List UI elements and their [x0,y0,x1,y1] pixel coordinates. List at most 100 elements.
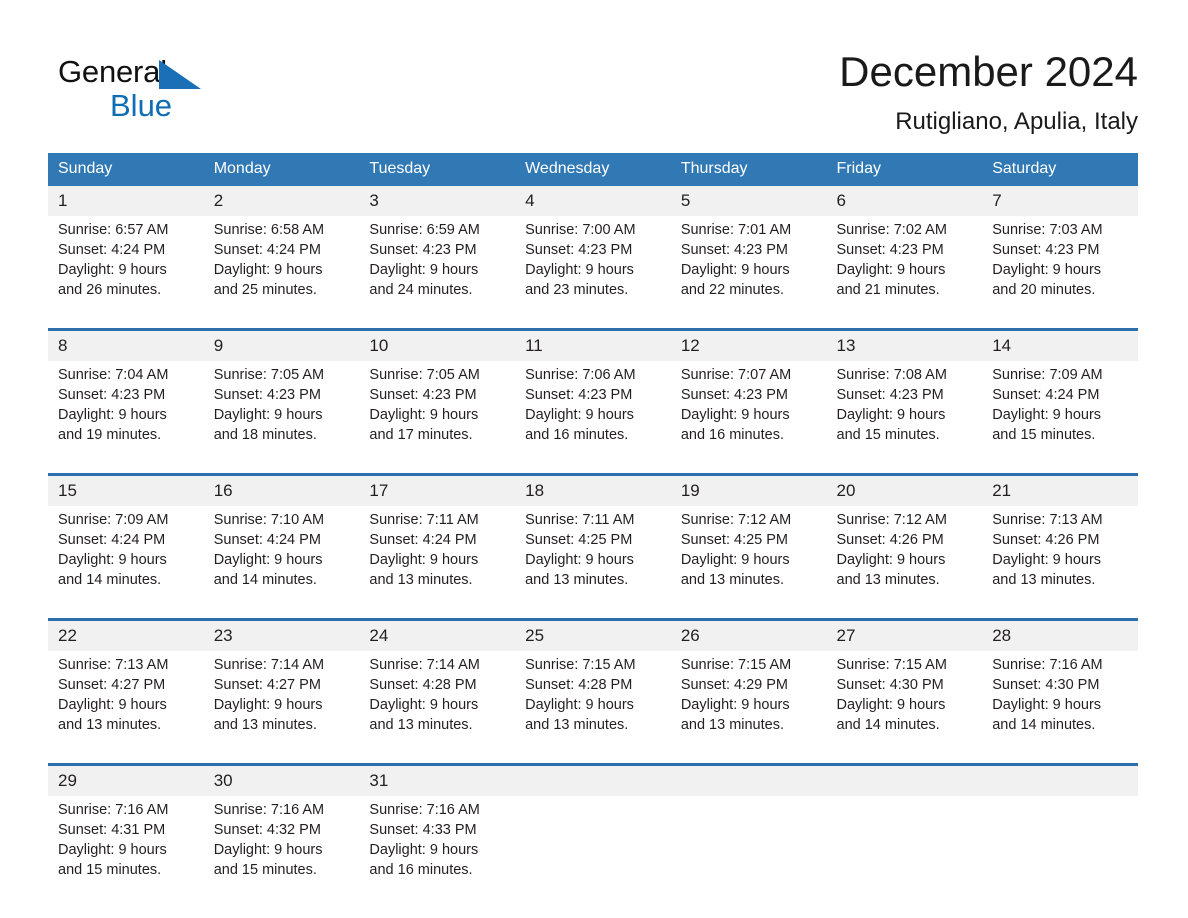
day-number[interactable]: 17 [359,473,516,507]
daylight-text-line1: Daylight: 9 hours [680,262,790,279]
day-number[interactable]: 25 [515,618,671,652]
day-cell[interactable]: Sunrise: 7:09 AM Sunset: 4:24 PM Dayligh… [982,361,1138,475]
day-cell[interactable]: Sunrise: 7:15 AM Sunset: 4:30 PM Dayligh… [826,651,983,765]
day-cell[interactable]: Sunrise: 7:09 AM Sunset: 4:24 PM Dayligh… [48,506,204,620]
day-cell[interactable]: Sunrise: 7:00 AM Sunset: 4:23 PM Dayligh… [515,216,671,330]
day-cell[interactable]: Sunrise: 7:12 AM Sunset: 4:25 PM Dayligh… [670,506,827,620]
day-number[interactable]: 31 [359,763,516,797]
daylight-text-line2: and 13 minutes. [680,572,784,589]
week-date-row: 8 9 10 11 12 13 14 [48,328,1138,362]
day-number[interactable]: 30 [203,763,360,797]
week-info-row: Sunrise: 7:04 AM Sunset: 4:23 PM Dayligh… [48,361,1138,475]
day-number[interactable]: 16 [203,473,360,507]
sunrise-text: Sunrise: 7:16 AM [369,802,480,819]
day-cell[interactable]: Sunrise: 6:57 AM Sunset: 4:24 PM Dayligh… [48,216,204,330]
day-number[interactable]: 28 [982,618,1138,652]
day-number[interactable]: 10 [359,328,516,362]
day-cell[interactable]: Sunrise: 7:14 AM Sunset: 4:28 PM Dayligh… [359,651,516,765]
day-number[interactable]: 27 [826,618,983,652]
sunset-text: Sunset: 4:25 PM [525,532,633,549]
daylight-text-line2: and 13 minutes. [369,717,473,734]
day-cell[interactable]: Sunrise: 7:03 AM Sunset: 4:23 PM Dayligh… [982,216,1138,330]
day-cell[interactable]: Sunrise: 7:11 AM Sunset: 4:24 PM Dayligh… [359,506,516,620]
sunset-text: Sunset: 4:31 PM [58,822,166,839]
day-cell[interactable]: Sunrise: 7:06 AM Sunset: 4:23 PM Dayligh… [515,361,671,475]
day-number[interactable]: 3 [359,186,516,217]
day-cell[interactable]: Sunrise: 7:10 AM Sunset: 4:24 PM Dayligh… [203,506,360,620]
day-number[interactable]: 12 [670,328,827,362]
day-cell[interactable]: Sunrise: 7:13 AM Sunset: 4:26 PM Dayligh… [982,506,1138,620]
generalblue-logo[interactable]: General Blue [58,48,208,126]
day-cell[interactable]: Sunrise: 7:01 AM Sunset: 4:23 PM Dayligh… [670,216,827,330]
sunset-text: Sunset: 4:23 PM [213,387,321,404]
daylight-text-line1: Daylight: 9 hours [525,552,634,569]
day-cell[interactable]: Sunrise: 7:02 AM Sunset: 4:23 PM Dayligh… [826,216,983,330]
title-block: December 2024 Rutigliano, Apulia, Italy [839,48,1138,136]
sunrise-text: Sunrise: 7:14 AM [369,657,480,674]
sunrise-text: Sunrise: 7:14 AM [213,657,325,674]
daylight-text-line1: Daylight: 9 hours [58,262,167,279]
sunrise-text: Sunrise: 7:13 AM [58,657,169,674]
daylight-text-line2: and 23 minutes. [525,282,629,299]
day-cell[interactable]: Sunrise: 6:59 AM Sunset: 4:23 PM Dayligh… [359,216,516,330]
day-number[interactable]: 11 [515,328,671,362]
daylight-text-line2: and 24 minutes. [369,282,473,299]
day-number[interactable]: 8 [48,328,204,362]
day-cell-empty [982,796,1138,909]
week-date-row: 22 23 24 25 26 27 28 [48,618,1138,652]
day-cell[interactable]: Sunrise: 7:16 AM Sunset: 4:30 PM Dayligh… [982,651,1138,765]
sunrise-text: Sunrise: 7:13 AM [992,512,1103,529]
day-cell[interactable]: Sunrise: 7:16 AM Sunset: 4:33 PM Dayligh… [359,796,516,909]
day-cell[interactable]: Sunrise: 7:13 AM Sunset: 4:27 PM Dayligh… [48,651,204,765]
day-cell[interactable]: Sunrise: 7:11 AM Sunset: 4:25 PM Dayligh… [515,506,671,620]
daylight-text-line2: and 14 minutes. [58,572,162,589]
day-cell[interactable]: Sunrise: 7:08 AM Sunset: 4:23 PM Dayligh… [826,361,983,475]
day-cell[interactable]: Sunrise: 7:07 AM Sunset: 4:23 PM Dayligh… [670,361,827,475]
day-number[interactable]: 19 [670,473,827,507]
sunrise-text: Sunrise: 6:59 AM [369,222,480,239]
sunrise-text: Sunrise: 7:03 AM [992,222,1103,239]
day-number[interactable]: 24 [359,618,516,652]
calendar-container: Sunday Monday Tuesday Wednesday Thursday… [48,153,1138,909]
day-number[interactable]: 15 [48,473,204,507]
day-cell[interactable]: Sunrise: 7:05 AM Sunset: 4:23 PM Dayligh… [203,361,360,475]
day-number[interactable]: 29 [48,763,204,797]
day-cell[interactable]: Sunrise: 7:16 AM Sunset: 4:32 PM Dayligh… [203,796,360,909]
day-number[interactable]: 9 [203,328,360,362]
sunset-text: Sunset: 4:24 PM [992,387,1100,404]
day-number[interactable]: 5 [670,186,827,217]
daylight-text-line2: and 18 minutes. [213,427,317,444]
day-number[interactable]: 4 [515,186,671,217]
day-number[interactable]: 13 [826,328,983,362]
daylight-text-line2: and 14 minutes. [836,717,940,734]
day-number[interactable]: 26 [670,618,827,652]
day-number[interactable]: 20 [826,473,983,507]
day-cell[interactable]: Sunrise: 7:04 AM Sunset: 4:23 PM Dayligh… [48,361,204,475]
week-info-row: Sunrise: 7:16 AM Sunset: 4:31 PM Dayligh… [48,796,1138,909]
day-number[interactable]: 22 [48,618,204,652]
day-cell[interactable]: Sunrise: 7:15 AM Sunset: 4:28 PM Dayligh… [515,651,671,765]
sunrise-text: Sunrise: 7:06 AM [525,367,636,384]
day-number[interactable]: 2 [203,186,360,217]
daylight-text-line1: Daylight: 9 hours [680,552,790,569]
sunrise-text: Sunrise: 6:58 AM [213,222,325,239]
sunset-text: Sunset: 4:23 PM [525,387,633,404]
calendar-body: 1 2 3 4 5 6 7 Sunrise: 6:57 AM Sunset: 4… [48,186,1138,909]
day-number[interactable]: 23 [203,618,360,652]
day-cell[interactable]: Sunrise: 7:14 AM Sunset: 4:27 PM Dayligh… [203,651,360,765]
day-cell[interactable]: Sunrise: 7:16 AM Sunset: 4:31 PM Dayligh… [48,796,204,909]
day-number[interactable]: 7 [982,186,1138,217]
daylight-text-line1: Daylight: 9 hours [992,262,1102,279]
daylight-text-line1: Daylight: 9 hours [369,552,479,569]
day-cell[interactable]: Sunrise: 6:58 AM Sunset: 4:24 PM Dayligh… [203,216,360,330]
day-number[interactable]: 6 [826,186,983,217]
day-number[interactable]: 18 [515,473,671,507]
logo-text-blue: Blue [110,88,173,123]
day-number[interactable]: 14 [982,328,1138,362]
day-number[interactable]: 21 [982,473,1138,507]
day-cell[interactable]: Sunrise: 7:15 AM Sunset: 4:29 PM Dayligh… [670,651,827,765]
daylight-text-line1: Daylight: 9 hours [369,842,479,859]
day-cell[interactable]: Sunrise: 7:12 AM Sunset: 4:26 PM Dayligh… [826,506,983,620]
day-number[interactable]: 1 [48,186,204,217]
day-cell[interactable]: Sunrise: 7:05 AM Sunset: 4:23 PM Dayligh… [359,361,516,475]
